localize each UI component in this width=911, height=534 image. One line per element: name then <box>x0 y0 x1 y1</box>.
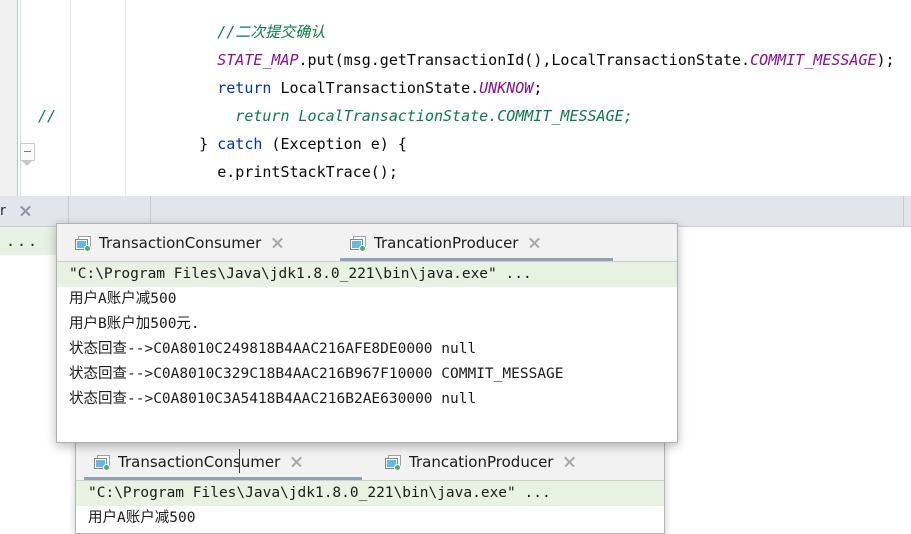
run-configuration-icon <box>94 454 110 471</box>
tab-separator <box>903 196 904 226</box>
run-tab-transactionconsumer[interactable]: TransactionConsumer <box>84 443 362 480</box>
background-console-ellipsis: ... <box>6 232 40 250</box>
background-tab-partial-label[interactable]: r <box>0 196 6 226</box>
close-icon[interactable] <box>562 454 577 469</box>
code-token: //二次提交确认 <box>145 23 326 41</box>
selected-tab-underline <box>340 258 613 261</box>
code-line: return LocalTransactionState.UNKNOW; <box>0 74 911 102</box>
code-token: (Exception e) { <box>262 135 407 153</box>
close-icon[interactable] <box>289 454 304 469</box>
code-line-text: } catch (Exception e) { <box>0 130 911 158</box>
run-tab-transactionconsumer[interactable]: TransactionConsumer <box>65 224 333 261</box>
code-token: STATE_MAP <box>145 51 299 69</box>
run-console-panel-lower[interactable]: TransactionConsumer TrancationProducer "C… <box>75 442 665 534</box>
gutter-comment-marker: // <box>38 107 57 125</box>
tab-separator <box>150 196 151 226</box>
run-tab-bar-lower[interactable]: TransactionConsumer TrancationProducer <box>76 443 664 481</box>
run-tab-bar-upper[interactable]: TransactionConsumer TrancationProducer <box>57 224 677 262</box>
run-tab-label: TrancationProducer <box>374 233 519 252</box>
close-icon[interactable] <box>19 204 32 217</box>
close-icon[interactable] <box>527 235 542 250</box>
console-output-upper[interactable]: "C:\Program Files\Java\jdk1.8.0_221\bin\… <box>57 262 677 412</box>
code-token: e.printStackTrace(); <box>145 163 398 181</box>
code-editor[interactable]: //二次提交确认 STATE_MAP.put(msg.getTransactio… <box>0 0 911 196</box>
run-tab-trancationproducer[interactable]: TrancationProducer <box>340 224 613 261</box>
run-tab-trancationproducer[interactable]: TrancationProducer <box>375 443 647 480</box>
code-line-text: return LocalTransactionState.UNKNOW; <box>0 74 911 102</box>
run-configuration-icon <box>385 454 401 471</box>
code-line: return LocalTransactionState.COMMIT_MESS… <box>0 102 911 130</box>
code-line: //二次提交确认 <box>0 18 911 46</box>
run-configuration-icon <box>350 235 366 252</box>
console-output-line: 状态回查-->C0A8010C249818B4AAC216AFE8DE0000 … <box>69 341 477 357</box>
selected-tab-underline <box>84 477 362 480</box>
fold-minus-glyph <box>24 151 31 152</box>
close-icon[interactable] <box>270 235 285 250</box>
console-output-line: 用户B账户加500元. <box>69 316 200 332</box>
code-line: e.printStackTrace(); <box>0 158 911 186</box>
code-token: COMMIT_MESSAGE <box>750 51 877 69</box>
running-status-dot-icon <box>359 244 366 252</box>
code-token: LocalTransactionState. <box>271 79 480 97</box>
console-output-line: 状态回查-->C0A8010C329C18B4AAC216B967F10000 … <box>69 366 564 382</box>
console-output-lower[interactable]: "C:\Program Files\Java\jdk1.8.0_221\bin\… <box>76 481 664 531</box>
code-token: .put(msg.getTransactionId(),LocalTransac… <box>298 51 751 69</box>
running-status-dot-icon <box>84 244 91 252</box>
code-token: } <box>145 135 218 153</box>
code-line-text: return LocalTransactionState.COMMIT_MESS… <box>0 102 911 130</box>
code-line-text: e.printStackTrace(); <box>0 158 911 186</box>
console-output-line: 状态回查-->C0A8010C3A5418B4AAC216B2AE630000 … <box>69 391 477 407</box>
code-line: } catch (Exception e) { <box>0 130 911 158</box>
code-line: STATE_MAP.put(msg.getTransactionId(),Loc… <box>0 46 911 74</box>
run-configuration-icon <box>75 235 91 252</box>
text-caret <box>239 449 240 473</box>
running-status-dot-icon <box>103 463 110 471</box>
run-tab-label: TransactionConsumer <box>99 233 262 252</box>
running-status-dot-icon <box>394 463 401 471</box>
code-fold-handle-icon[interactable] <box>20 143 35 166</box>
code-line-text: //二次提交确认 <box>0 18 911 46</box>
code-token: UNKNOW <box>479 79 534 97</box>
code-token: ; <box>533 79 543 97</box>
code-token: catch <box>217 135 263 153</box>
console-output-line: "C:\Program Files\Java\jdk1.8.0_221\bin\… <box>76 481 664 506</box>
run-tab-label: TransactionConsumer <box>118 452 281 471</box>
run-tab-label: TrancationProducer <box>409 452 554 471</box>
code-token: ); <box>876 51 895 69</box>
code-line-text: STATE_MAP.put(msg.getTransactionId(),Loc… <box>0 46 911 74</box>
console-output-line: 用户A账户减500 <box>69 291 177 307</box>
code-token: return LocalTransactionState.COMMIT_MESS… <box>145 107 633 125</box>
code-token: return <box>145 79 272 97</box>
run-console-panel-upper[interactable]: TransactionConsumer TrancationProducer "C… <box>56 223 678 443</box>
console-output-line: "C:\Program Files\Java\jdk1.8.0_221\bin\… <box>57 262 677 287</box>
tab-separator <box>68 196 69 226</box>
